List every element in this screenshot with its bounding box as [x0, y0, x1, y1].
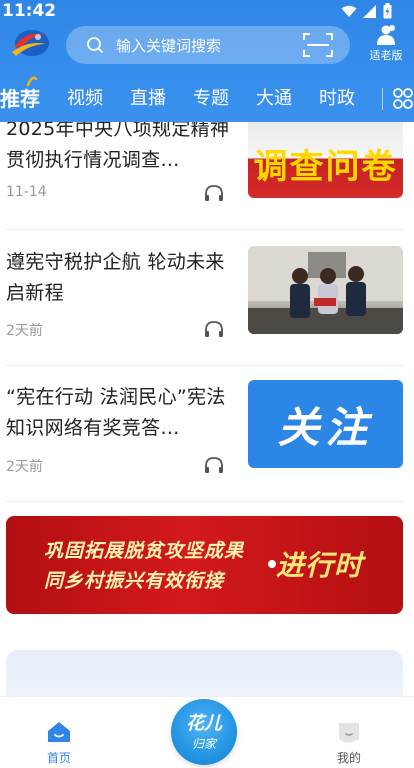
search-icon — [87, 37, 103, 53]
elder-person-icon — [377, 25, 395, 45]
article-date: 2天前 — [6, 459, 43, 475]
tab-divider — [382, 88, 383, 110]
article-thumbnail — [248, 246, 403, 334]
article-thumbnail: 调查问卷 — [248, 122, 403, 198]
nav-mine-label: 我的 — [336, 751, 361, 765]
nav-home-label: 首页 — [46, 751, 71, 765]
nav-center-button[interactable]: 花儿 归家 — [171, 699, 237, 765]
tab-datong[interactable]: 大通 — [256, 84, 292, 110]
search-placeholder: 输入关键词搜索 — [116, 37, 222, 55]
profile-icon — [339, 723, 359, 743]
list-item[interactable]: 2025年中央八项规定精神贯彻执行情况调查… 11-14 调查问卷 — [0, 122, 414, 230]
category-tabs: 推荐 视频 直播 专题 大通 时政 — [0, 82, 414, 116]
nav-mine[interactable]: 我的 — [319, 719, 379, 766]
nav-center-line1: 花儿 — [186, 713, 222, 734]
next-card-preview[interactable] — [6, 650, 403, 696]
bottom-nav: 首页 花儿 归家 我的 — [0, 696, 414, 768]
elder-mode-label: 适老版 — [369, 49, 403, 62]
more-channels-icon[interactable] — [392, 86, 414, 110]
scan-icon[interactable] — [302, 31, 334, 59]
headphones-icon[interactable] — [204, 320, 224, 338]
elder-mode-button[interactable]: 适老版 — [366, 24, 406, 64]
article-title: 遵宪守税护企航 轮动未来启新程 — [6, 251, 225, 304]
status-time: 11:42 — [2, 1, 57, 21]
headphones-icon[interactable] — [204, 184, 224, 202]
app-logo-icon[interactable] — [8, 26, 50, 62]
banner-line1: 巩固拓展脱贫攻坚成果 — [44, 540, 245, 562]
nav-center-line2: 归家 — [191, 737, 216, 751]
status-icons — [341, 3, 392, 19]
article-title: “宪在行动 法润民心”宪法知识网络有奖竞答… — [6, 386, 226, 439]
wifi-icon — [341, 5, 357, 17]
tab-video[interactable]: 视频 — [67, 84, 103, 110]
signal-icon — [363, 4, 376, 18]
news-feed[interactable]: 2025年中央八项规定精神贯彻执行情况调查… 11-14 调查问卷 遵宪守税护企… — [0, 122, 414, 696]
banner-tag: 进行时 — [276, 549, 364, 582]
thumbnail-caption: 调查问卷 — [253, 147, 398, 187]
banner-line2: 同乡村振兴有效衔接 — [44, 570, 225, 592]
status-bar: 11:42 — [0, 0, 414, 24]
banner-dot — [268, 560, 276, 568]
article-thumbnail: 关注 — [248, 380, 403, 468]
article-date: 11-14 — [6, 184, 47, 200]
article-title: 2025年中央八项规定精神贯彻执行情况调查… — [6, 122, 230, 171]
list-item[interactable]: 遵宪守税护企航 轮动未来启新程 2天前 — [0, 230, 414, 366]
header: 11:42 输入关键词搜索 适老版 推荐 视频 直播 专题 大通 时政 — [0, 0, 414, 122]
tab-politics[interactable]: 时政 — [319, 84, 355, 110]
home-icon — [48, 722, 70, 742]
tab-topics[interactable]: 专题 — [193, 84, 229, 110]
headphones-icon[interactable] — [204, 456, 224, 474]
nav-home[interactable]: 首页 — [29, 719, 89, 766]
article-date: 2天前 — [6, 323, 43, 339]
battery-icon — [383, 3, 392, 19]
campaign-banner[interactable]: 巩固拓展脱贫攻坚成果 同乡村振兴有效衔接 进行时 — [6, 516, 403, 614]
tab-live[interactable]: 直播 — [130, 84, 166, 110]
list-item[interactable]: “宪在行动 法润民心”宪法知识网络有奖竞答… 2天前 关注 — [0, 366, 414, 502]
tab-recommend[interactable]: 推荐 — [0, 83, 40, 112]
officers-photo-illustration — [248, 246, 403, 334]
search-bar[interactable]: 输入关键词搜索 — [66, 26, 350, 64]
app-screen: 11:42 输入关键词搜索 适老版 推荐 视频 直播 专题 大通 时政 2025… — [0, 0, 414, 768]
thumbnail-caption: 关注 — [277, 402, 374, 452]
divider — [6, 501, 404, 502]
